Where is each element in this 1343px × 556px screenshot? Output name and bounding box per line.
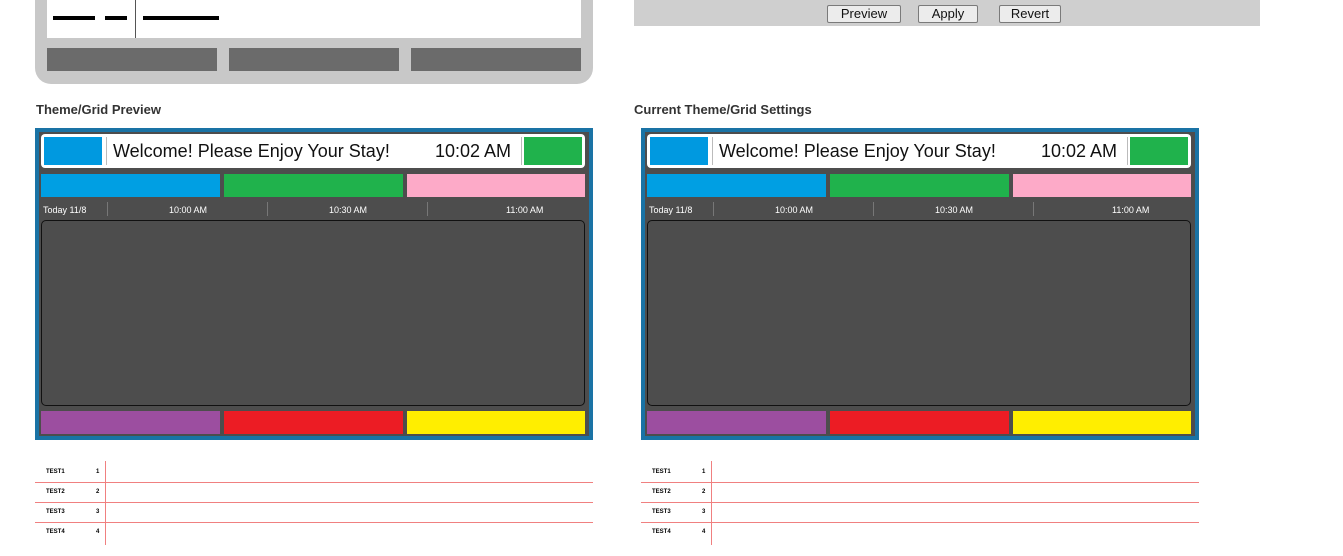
current-theme-grid-title: Current Theme/Grid Settings [634,102,812,117]
header-color-block-left [650,137,708,165]
test-name: TEST3 [652,509,671,515]
timeline-11-00: 11:00 AM [506,205,544,215]
device-mockup [35,0,593,84]
timeline-today-label: Today 11/8 [649,205,693,215]
timeline-tick [427,202,428,216]
test-number: 3 [702,509,706,515]
apply-button[interactable]: Apply [918,5,978,23]
clock-time: 10:02 AM [435,141,512,161]
preview-button[interactable]: Preview [827,5,901,23]
timeline-tick [873,202,874,216]
bottom-strip-red [224,411,403,434]
test-row-line [35,522,593,523]
test-list: TEST1 1 TEST2 2 TEST3 3 TEST4 4 [35,461,593,545]
timeline-tick [107,202,108,216]
test-number: 1 [702,469,706,475]
test-name: TEST1 [652,469,671,475]
header-bar: Welcome! Please Enjoy Your Stay! 10:02 A… [647,134,1191,168]
clock-time: 10:02 AM [1041,141,1118,161]
top-strip-blue [41,174,220,197]
test-number: 3 [96,509,100,515]
test-name: TEST3 [46,509,65,515]
theme-grid-preview-panel: Welcome! Please Enjoy Your Stay! 10:02 A… [35,128,593,440]
test-number: 2 [702,489,706,495]
action-toolbar: Preview Apply Revert [634,0,1260,26]
test-row-line [641,502,1199,503]
test-name: TEST4 [652,529,671,535]
panel-inner: Welcome! Please Enjoy Your Stay! 10:02 A… [39,132,589,436]
bottom-strip-yellow [407,411,585,434]
top-strip-green [830,174,1009,197]
top-strip-green [224,174,403,197]
current-theme-grid-panel: Welcome! Please Enjoy Your Stay! 10:02 A… [641,128,1199,440]
device-screen [47,0,581,38]
top-strip-blue [647,174,826,197]
top-strip-pink [1013,174,1191,197]
device-divider [135,0,136,38]
header-color-block-right [1130,137,1188,165]
timeline-10-30: 10:30 AM [935,205,974,215]
test-name: TEST2 [652,489,671,495]
dash-mark [105,16,127,20]
timeline-tick [267,202,268,216]
test-list-divider [105,461,106,545]
test-number: 4 [702,529,706,535]
timeline-10-00: 10:00 AM [775,205,814,215]
timeline-10-00: 10:00 AM [169,205,208,215]
test-row-line [641,482,1199,483]
header-bar: Welcome! Please Enjoy Your Stay! 10:02 A… [41,134,585,168]
top-strip-pink [407,174,585,197]
timeline-11-00: 11:00 AM [1112,205,1150,215]
panel-inner: Welcome! Please Enjoy Your Stay! 10:02 A… [645,132,1195,436]
test-number: 2 [96,489,100,495]
timeline-tick [1033,202,1034,216]
test-row-line [641,522,1199,523]
bottom-strip-purple [647,411,826,434]
header-separator [1127,137,1128,165]
test-list: TEST1 1 TEST2 2 TEST3 3 TEST4 4 [641,461,1199,545]
bottom-strip-purple [41,411,220,434]
program-grid-area [647,220,1191,406]
welcome-message: Welcome! Please Enjoy Your Stay! [719,141,996,161]
test-number: 4 [96,529,100,535]
device-tab [411,48,581,71]
dash-mark [143,16,219,20]
test-name: TEST2 [46,489,65,495]
dash-mark [53,16,95,20]
theme-grid-preview-title: Theme/Grid Preview [36,102,161,117]
welcome-message: Welcome! Please Enjoy Your Stay! [113,141,390,161]
header-separator [521,137,522,165]
bottom-strip-red [830,411,1009,434]
test-number: 1 [96,469,100,475]
timeline-tick [713,202,714,216]
test-name: TEST1 [46,469,65,475]
revert-button[interactable]: Revert [999,5,1061,23]
test-list-divider [711,461,712,545]
test-row-line [35,482,593,483]
test-name: TEST4 [46,529,65,535]
timeline-10-30: 10:30 AM [329,205,368,215]
program-grid-area [41,220,585,406]
timeline-today-label: Today 11/8 [43,205,87,215]
device-tab [47,48,217,71]
header-separator [712,137,713,165]
device-tab [229,48,399,71]
test-row-line [35,502,593,503]
bottom-strip-yellow [1013,411,1191,434]
header-color-block-left [44,137,102,165]
header-color-block-right [524,137,582,165]
header-separator [106,137,107,165]
